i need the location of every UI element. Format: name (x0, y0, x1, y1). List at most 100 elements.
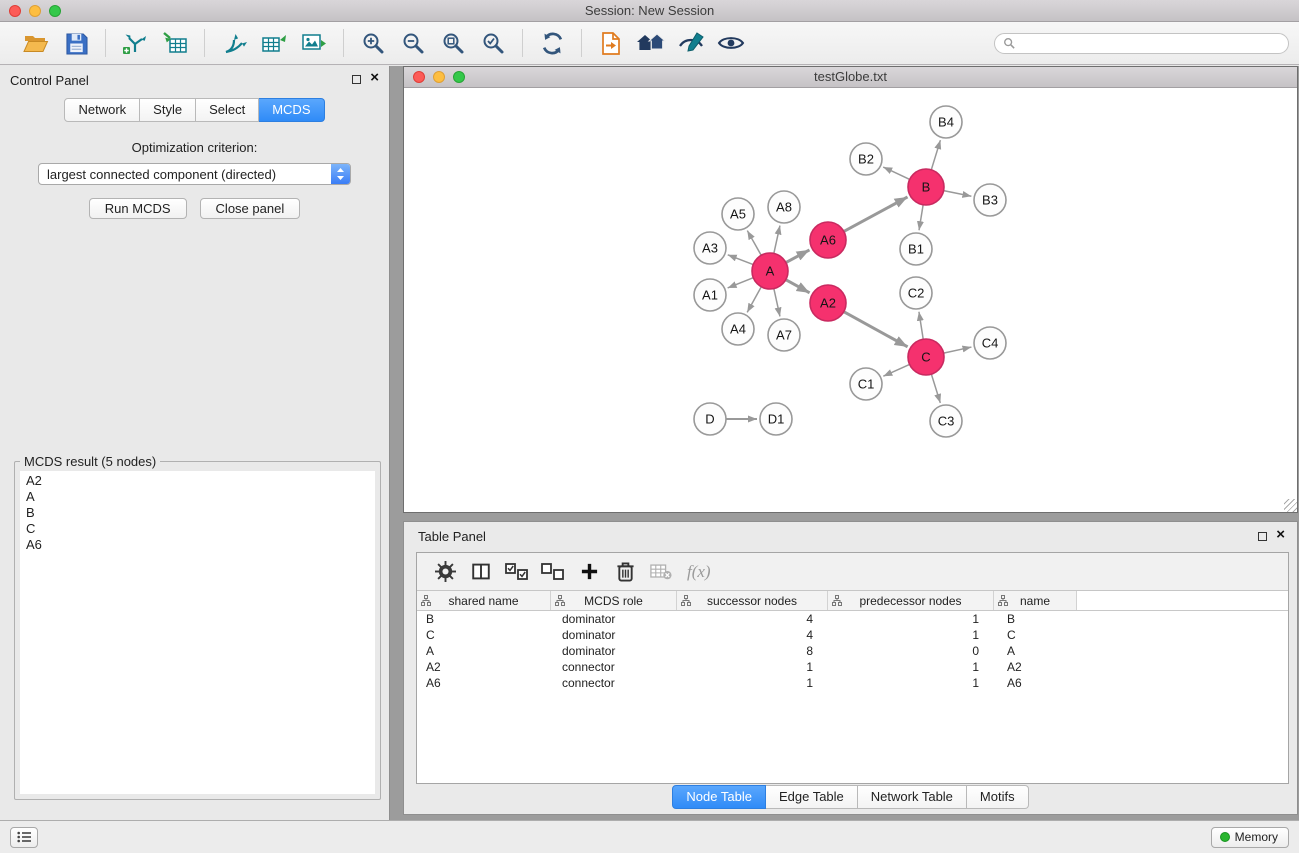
float-panel-icon[interactable] (352, 75, 361, 84)
graph-edge-A-A4[interactable] (747, 287, 761, 313)
tab-network-table[interactable]: Network Table (858, 785, 967, 809)
graph-edge-B-B2[interactable] (883, 167, 909, 179)
graph-edge-A-A3[interactable] (728, 255, 753, 265)
column-label: predecessor nodes (859, 594, 961, 608)
tab-network[interactable]: Network (64, 98, 140, 122)
close-network-window-button[interactable] (413, 71, 425, 83)
float-table-panel-icon[interactable] (1258, 532, 1267, 541)
graph-edge-C-C2[interactable] (919, 312, 923, 339)
export-network-button[interactable] (218, 27, 250, 59)
control-panel-header: Control Panel × (0, 66, 389, 94)
graph-edge-A-A1[interactable] (728, 278, 754, 288)
table-panel-title: Table Panel (418, 529, 486, 544)
show-hide-button[interactable] (715, 27, 747, 59)
table-row[interactable]: Bdominator41B (417, 611, 1288, 627)
deselect-all-button[interactable] (538, 558, 568, 586)
graph-edge-A2-C[interactable] (844, 312, 908, 347)
main-toolbar (0, 22, 1299, 65)
tab-node-table[interactable]: Node Table (672, 785, 766, 809)
zoom-network-window-button[interactable] (453, 71, 465, 83)
table-row[interactable]: Cdominator41C (417, 627, 1288, 643)
graph-node-label-C: C (921, 350, 930, 365)
graph-edge-A-A6[interactable] (786, 250, 810, 263)
graph-edge-B-B4[interactable] (931, 140, 940, 170)
export-network-icon (221, 31, 247, 55)
run-mcds-button[interactable]: Run MCDS (89, 198, 187, 219)
column-header-name[interactable]: name (994, 591, 1077, 610)
home-button[interactable] (635, 27, 667, 59)
close-panel-button[interactable]: Close panel (200, 198, 301, 219)
export-table-button[interactable] (258, 27, 290, 59)
toolbar-separator (581, 29, 582, 57)
mcds-result-item[interactable]: B (20, 505, 375, 521)
table-settings-button[interactable] (430, 558, 460, 586)
table-cell: A (417, 644, 551, 658)
window-titlebar: Session: New Session (0, 0, 1299, 22)
column-header-successor-nodes[interactable]: successor nodes (677, 591, 828, 610)
table-row[interactable]: Adominator80A (417, 643, 1288, 659)
zoom-window-button[interactable] (49, 5, 61, 17)
table-toolbar: f(x) (417, 553, 1288, 591)
mcds-result-list[interactable]: A2ABCA6 (20, 471, 375, 794)
search-input[interactable] (1020, 36, 1280, 50)
close-window-button[interactable] (9, 5, 21, 17)
minimize-window-button[interactable] (29, 5, 41, 17)
graph-edge-B-B1[interactable] (919, 205, 923, 230)
graph-edge-A-A8[interactable] (774, 226, 780, 254)
minimize-network-window-button[interactable] (433, 71, 445, 83)
tab-motifs[interactable]: Motifs (967, 785, 1029, 809)
optimization-criterion-select[interactable]: largest connected component (directed) (38, 163, 351, 185)
show-column-button[interactable] (466, 558, 496, 586)
graph-node-label-B4: B4 (938, 115, 954, 130)
import-network-button[interactable] (119, 27, 151, 59)
table-row[interactable]: A2connector11A2 (417, 659, 1288, 675)
mcds-result-item[interactable]: C (20, 521, 375, 537)
graph-edge-C-C3[interactable] (931, 374, 940, 403)
zoom-out-button[interactable] (397, 27, 429, 59)
graph-edge-A-A2[interactable] (786, 280, 810, 293)
mcds-result-item[interactable]: A2 (20, 473, 375, 489)
zoom-selected-icon (481, 31, 506, 56)
column-header-predecessor-nodes[interactable]: predecessor nodes (828, 591, 994, 610)
zoom-fit-button[interactable] (437, 27, 469, 59)
graph-edge-B-B3[interactable] (944, 191, 972, 197)
delete-column-button[interactable] (610, 558, 640, 586)
delete-table-button[interactable] (646, 558, 676, 586)
graph-edge-A-A5[interactable] (747, 231, 761, 256)
graphics-details-button[interactable] (675, 27, 707, 59)
add-row-button[interactable] (574, 558, 604, 586)
mcds-result-item[interactable]: A (20, 489, 375, 505)
open-file-button[interactable] (20, 27, 52, 59)
table-cell: 1 (828, 628, 994, 642)
zoom-selected-button[interactable] (477, 27, 509, 59)
column-header-shared-name[interactable]: shared name (417, 591, 551, 610)
close-panel-icon[interactable]: × (370, 72, 379, 84)
tab-edge-table[interactable]: Edge Table (766, 785, 858, 809)
graph-edge-C-C4[interactable] (944, 347, 972, 353)
refresh-button[interactable] (536, 27, 568, 59)
table-cell: A6 (417, 676, 551, 690)
table-row[interactable]: A6connector11A6 (417, 675, 1288, 691)
resize-grip[interactable] (1284, 499, 1297, 512)
network-canvas[interactable]: AA1A2A3A4A5A6A7A8BB1B2B3B4CC1C2C3C4DD1 (404, 89, 1297, 512)
import-table-button[interactable] (159, 27, 191, 59)
export-image-button[interactable] (298, 27, 330, 59)
zoom-in-button[interactable] (357, 27, 389, 59)
tab-style[interactable]: Style (140, 98, 196, 122)
task-history-button[interactable] (10, 827, 38, 848)
tab-select[interactable]: Select (196, 98, 259, 122)
select-all-button[interactable] (502, 558, 532, 586)
open-session-file-button[interactable] (595, 27, 627, 59)
mcds-result-item[interactable]: A6 (20, 537, 375, 553)
graph-edge-A-A7[interactable] (774, 289, 780, 317)
memory-button[interactable]: Memory (1211, 827, 1289, 848)
column-header-mcds-role[interactable]: MCDS role (551, 591, 677, 610)
close-table-panel-icon[interactable]: × (1276, 529, 1285, 541)
tab-mcds[interactable]: MCDS (259, 98, 324, 122)
graph-edge-C-C1[interactable] (883, 364, 909, 376)
graph-edge-A6-B[interactable] (844, 197, 908, 231)
function-builder-button[interactable]: f(x) (687, 562, 711, 582)
save-session-button[interactable] (60, 27, 92, 59)
table-cell: connector (551, 660, 677, 674)
search-field[interactable] (994, 33, 1289, 54)
